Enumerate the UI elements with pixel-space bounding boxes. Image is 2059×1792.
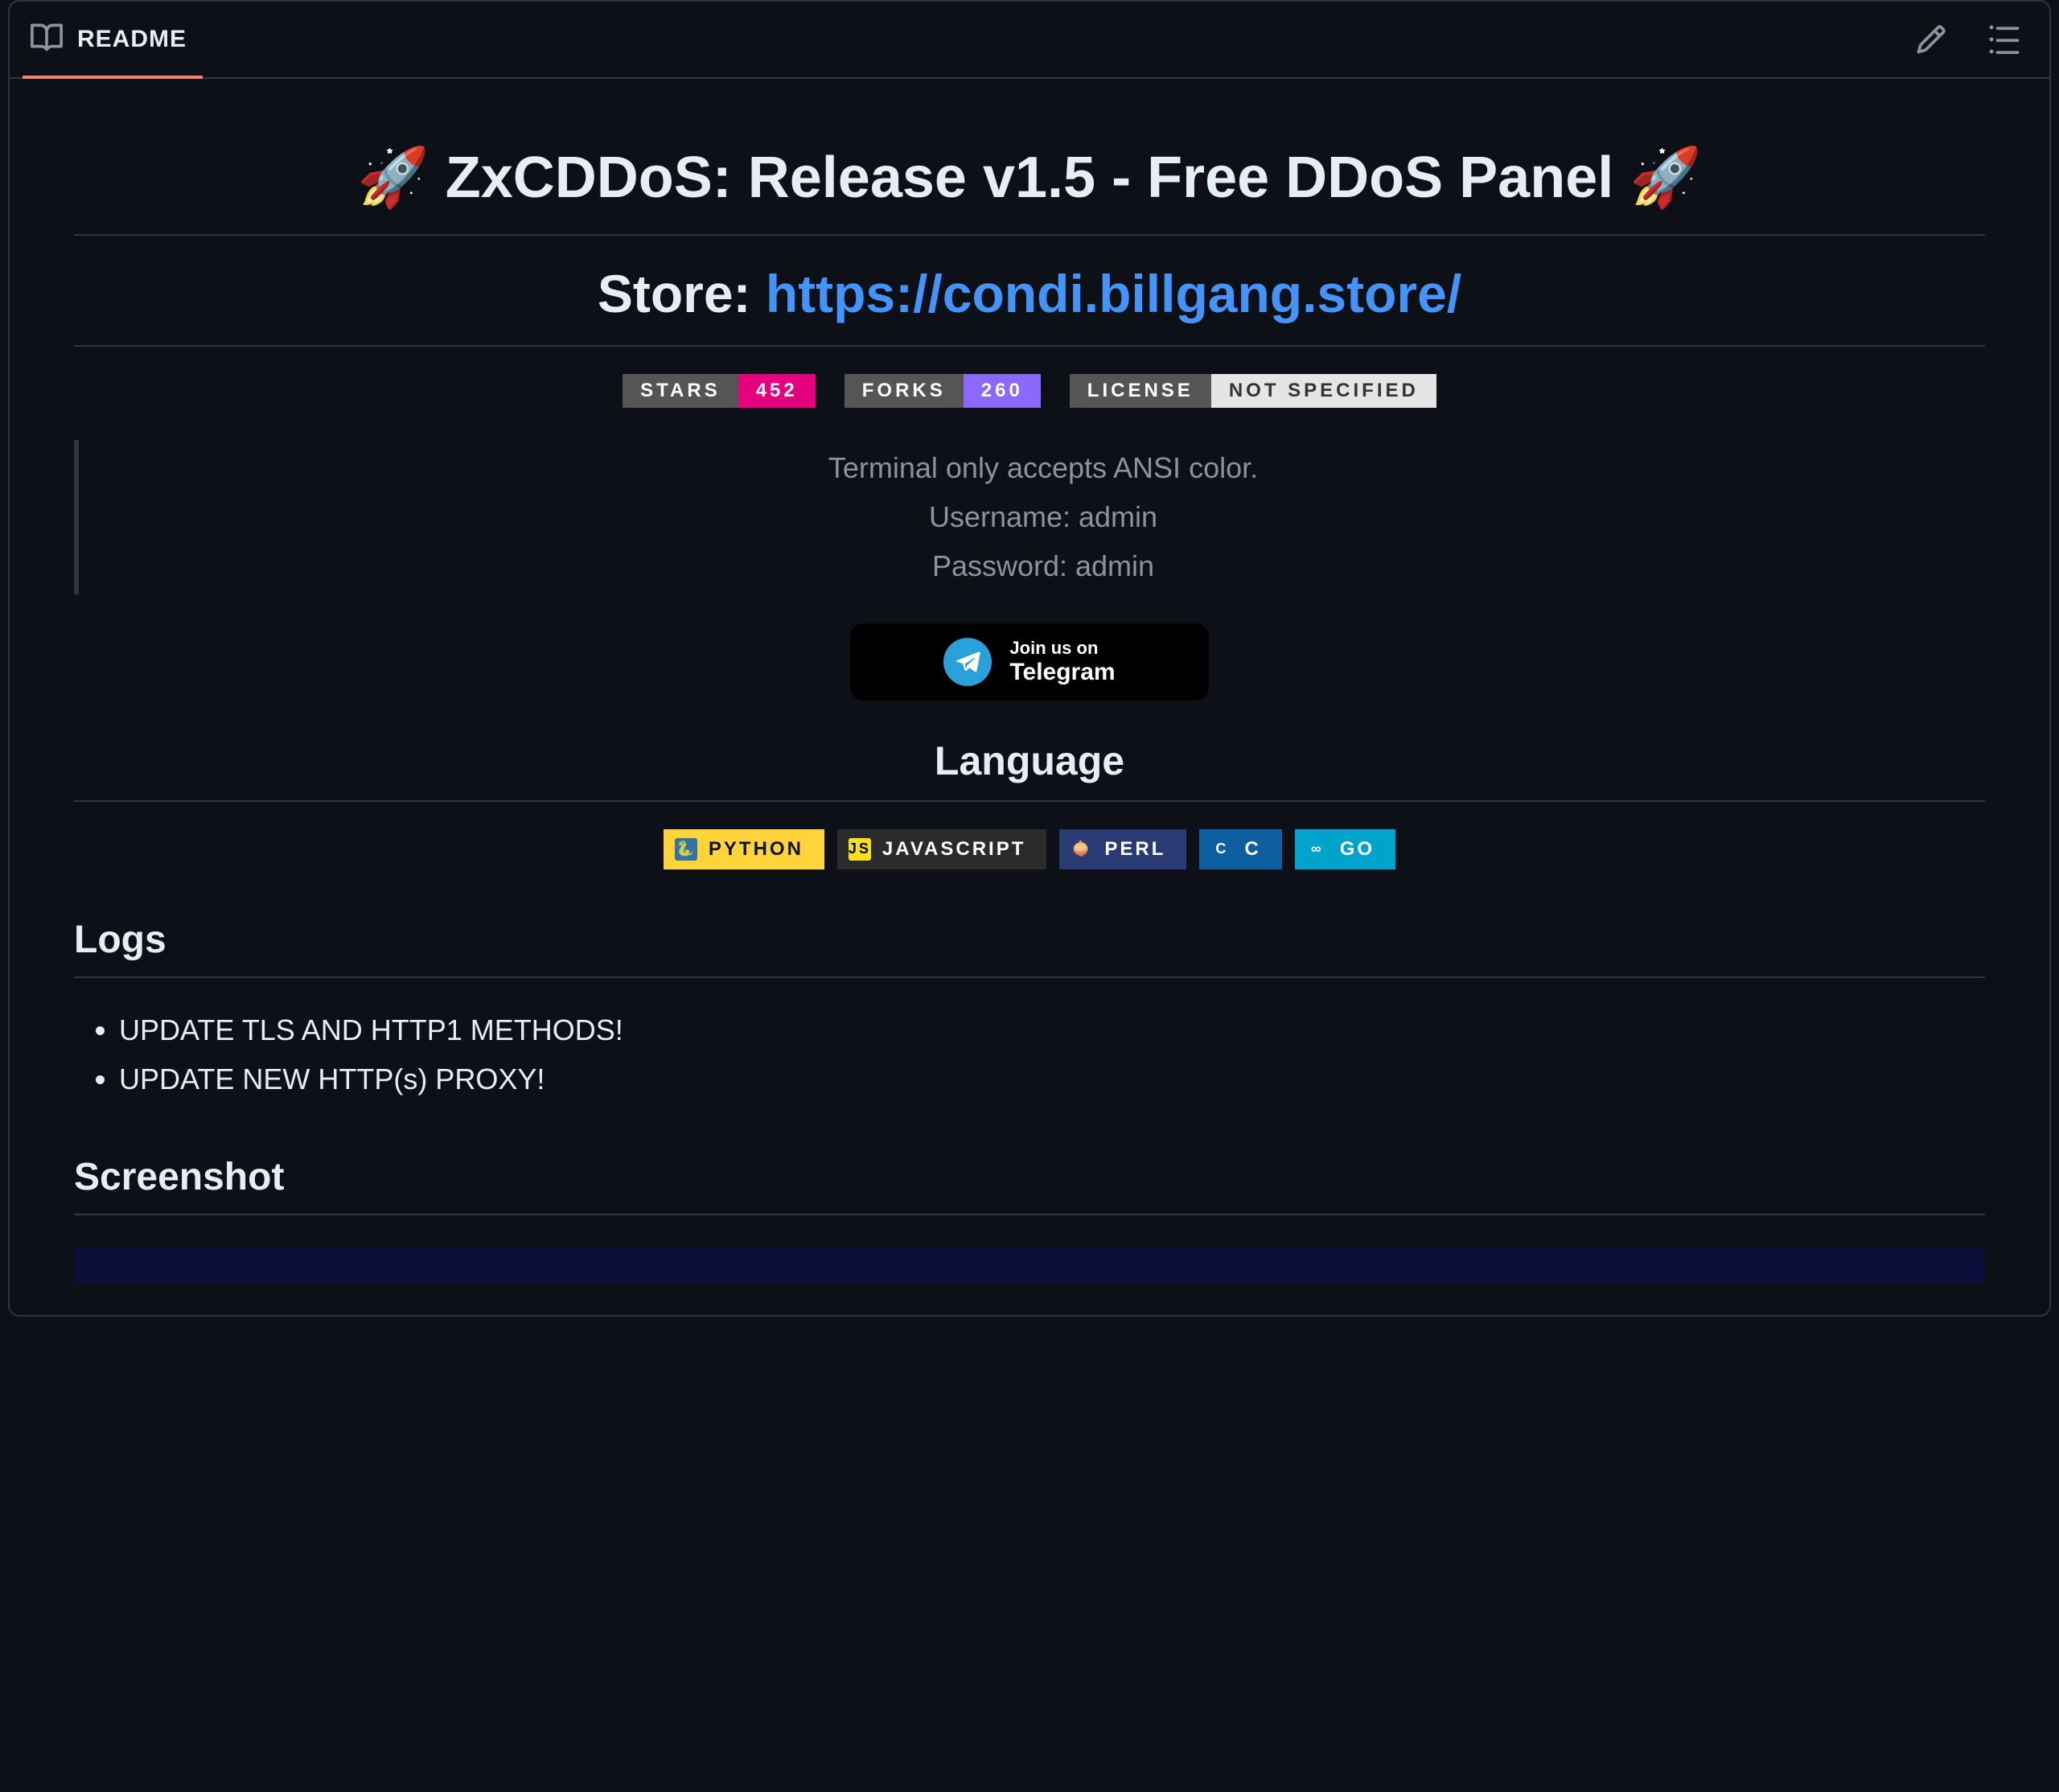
language-heading: Language <box>74 738 1985 800</box>
outline-button[interactable] <box>1987 23 2020 56</box>
page-title: 🚀 ZxCDDoS: Release v1.5 - Free DDoS Pane… <box>74 143 1985 234</box>
logs-heading: Logs <box>74 918 1985 976</box>
divider <box>74 1214 1985 1215</box>
lang-python-badge[interactable]: 🐍 PYTHON <box>664 829 824 869</box>
store-link[interactable]: https://condi.billgang.store/ <box>766 264 1461 323</box>
divider <box>74 234 1985 236</box>
lang-go-badge[interactable]: ∞ GO <box>1295 829 1395 869</box>
perl-icon: 🧅 <box>1071 838 1093 861</box>
tab-bar: README <box>10 2 2049 79</box>
telegram-icon <box>943 638 992 686</box>
javascript-icon: JS <box>849 838 871 861</box>
rocket-emoji: 🚀 <box>357 146 429 210</box>
language-badges: 🐍 PYTHON JS JAVASCRIPT 🧅 PERL C C ∞ GO <box>74 829 1985 869</box>
readme-panel: README 🚀 ZxCDDoS: Release v1.5 - Free DD… <box>8 0 2051 1317</box>
lang-c-badge[interactable]: C C <box>1199 829 1281 869</box>
tab-readme[interactable]: README <box>31 2 187 77</box>
list-icon <box>1987 23 2020 55</box>
forks-badge[interactable]: FORKS 260 <box>845 374 1041 408</box>
screenshot-heading: Screenshot <box>74 1155 1985 1214</box>
stats-badges: STARS 452 FORKS 260 LICENSE NOT SPECIFIE… <box>74 374 1985 408</box>
readme-content: 🚀 ZxCDDoS: Release v1.5 - Free DDoS Pane… <box>10 79 2049 1315</box>
list-item: UPDATE TLS AND HTTP1 METHODS! <box>119 1005 1985 1054</box>
license-badge[interactable]: LICENSE NOT SPECIFIED <box>1070 374 1436 408</box>
edit-button[interactable] <box>1914 23 1948 56</box>
go-icon: ∞ <box>1306 838 1329 861</box>
lang-js-badge[interactable]: JS JAVASCRIPT <box>837 829 1046 869</box>
pencil-icon <box>1915 23 1947 55</box>
rocket-emoji: 🚀 <box>1630 146 1702 210</box>
tab-underline <box>23 76 203 79</box>
lang-perl-badge[interactable]: 🧅 PERL <box>1059 829 1186 869</box>
stars-badge[interactable]: STARS 452 <box>623 374 816 408</box>
divider <box>74 976 1985 978</box>
tab-label: README <box>77 26 187 53</box>
list-item: UPDATE NEW HTTP(s) PROXY! <box>119 1054 1985 1104</box>
c-icon: C <box>1210 838 1233 861</box>
store-heading: Store: https://condi.billgang.store/ <box>74 263 1985 345</box>
screenshot-image <box>74 1247 1985 1283</box>
credentials-quote: Terminal only accepts ANSI color. Userna… <box>74 440 1985 594</box>
divider <box>74 800 1985 802</box>
telegram-button[interactable]: Join us on Telegram <box>850 623 1209 701</box>
python-icon: 🐍 <box>675 838 697 861</box>
logs-list: UPDATE TLS AND HTTP1 METHODS! UPDATE NEW… <box>74 1005 1985 1104</box>
divider <box>74 345 1985 347</box>
book-icon <box>31 22 63 58</box>
